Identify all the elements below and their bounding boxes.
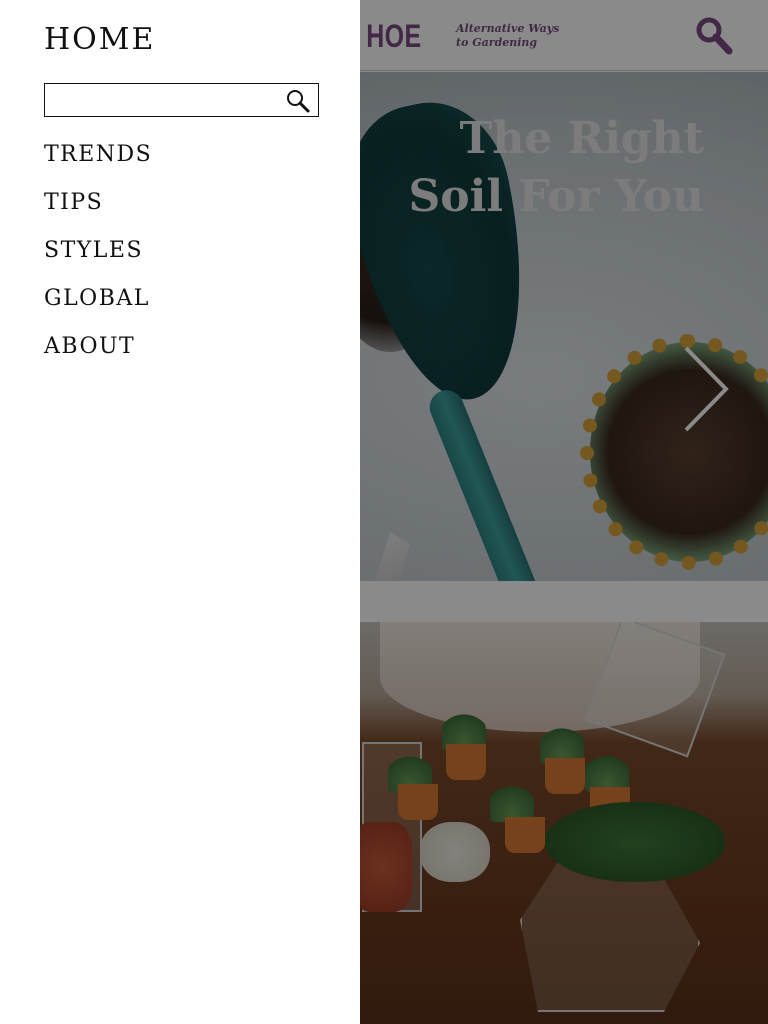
drawer-search	[44, 83, 319, 117]
nav-item-styles[interactable]: STYLES	[44, 238, 143, 263]
nav-item-tips[interactable]: TIPS	[44, 190, 103, 215]
nav-item-about[interactable]: ABOUT	[44, 334, 135, 359]
nav-home-link[interactable]: HOME	[44, 22, 155, 57]
search-button[interactable]	[285, 88, 311, 114]
nav-item-trends[interactable]: TRENDS	[44, 142, 152, 167]
navigation-drawer: HOME TRENDS TIPS STYLES GLOBAL ABOUT	[0, 0, 360, 1024]
search-icon	[287, 90, 310, 113]
nav-item-global[interactable]: GLOBAL	[44, 286, 150, 311]
search-input[interactable]	[45, 84, 281, 116]
